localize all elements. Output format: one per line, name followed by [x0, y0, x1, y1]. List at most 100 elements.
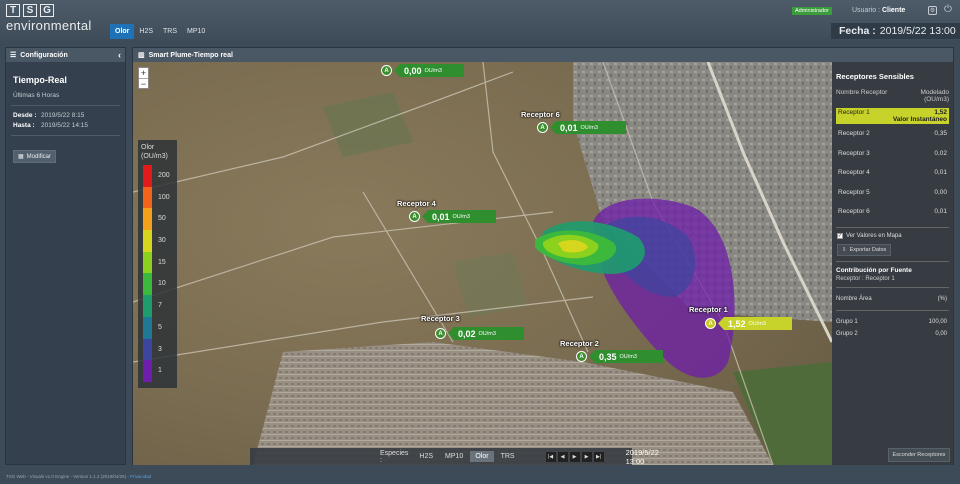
- contrib-row: Grupo 1 100,00: [836, 316, 947, 328]
- receptor-row-selected[interactable]: Receptor 1 1,52 Valor Instantáneo: [836, 108, 949, 124]
- species-h2s-button[interactable]: H2S: [414, 451, 438, 462]
- legend-swatch: [143, 208, 152, 231]
- date-label: Fecha :: [839, 25, 876, 37]
- hide-receptors-button[interactable]: Esconder Receptores: [888, 448, 950, 462]
- hasta-value: 2019/5/22 14:15: [41, 122, 88, 129]
- receptor-value: 0,35: [599, 351, 617, 362]
- legend-swatch: [143, 165, 152, 187]
- config-panel: ☰ Configuración ‹ Tiempo-Real Últimas 6 …: [5, 47, 126, 465]
- legend-label: 1: [158, 367, 162, 375]
- receptor-row-name: Receptor 6: [838, 208, 870, 216]
- modify-button[interactable]: ▦ Modificar: [13, 150, 57, 163]
- tab-mp10[interactable]: MP10: [182, 24, 210, 39]
- date-value: 2019/5/22 13:00: [879, 25, 956, 37]
- species-label: Especies :: [380, 449, 409, 464]
- divider: [11, 135, 120, 136]
- last-frame-icon[interactable]: ▶|: [593, 451, 604, 462]
- receptor-row-value: 0,02: [934, 149, 947, 157]
- receptor-pin-icon: A: [381, 65, 392, 76]
- legend-swatch: [143, 338, 152, 361]
- species-olor-button[interactable]: Olor: [470, 451, 494, 462]
- divider: [836, 309, 949, 311]
- map-view[interactable]: + − Olor (OU/m3) 200 100 50 30 15 10 7 5 3 1 A 0,…: [133, 62, 832, 465]
- receptor-row-name: Receptor 4: [838, 169, 870, 177]
- legend-label: 3: [158, 345, 162, 353]
- receptor-row-name: Receptor 5: [838, 188, 870, 196]
- mode-title: Tiempo-Real: [13, 75, 67, 85]
- legend-swatch: [143, 186, 152, 209]
- privacy-link[interactable]: Privacidad: [130, 474, 151, 479]
- play-icon[interactable]: ▶: [569, 451, 580, 462]
- checkmark-icon[interactable]: ✓: [837, 232, 843, 239]
- next-frame-icon[interactable]: ▶: [581, 451, 592, 462]
- receptor-unit: OU/m3: [478, 330, 496, 337]
- legend-label: 200: [158, 172, 170, 179]
- user-name[interactable]: Cliente: [882, 7, 905, 14]
- species-trs-button[interactable]: TRS: [496, 451, 520, 462]
- download-icon: ⇩: [842, 246, 847, 253]
- receptors-header: Nombre Receptor Modelado (OU/m3): [836, 89, 949, 103]
- calendar-icon: ▦: [18, 154, 24, 160]
- show-values-checkbox[interactable]: ✓ Ver Valores en Mapa: [837, 232, 953, 239]
- divider: [836, 260, 949, 262]
- legend-label: 7: [158, 302, 162, 310]
- receptor-value: 0,01: [432, 211, 450, 222]
- species-tabs: Olor H2S TRS MP10: [110, 24, 210, 39]
- receptors-title: Receptores Sensibles: [836, 72, 914, 81]
- receptor-pin-icon: A: [409, 211, 420, 222]
- power-icon[interactable]: ⏻: [944, 5, 952, 15]
- tab-olor[interactable]: Olor: [110, 24, 135, 39]
- legend-label: 10: [158, 280, 166, 288]
- receptor-row-name: Receptor 1: [838, 109, 870, 116]
- legend-swatch: [143, 316, 152, 339]
- contrib-subtitle: Receptor : Receptor 1: [836, 275, 895, 282]
- user-label: Usuario :: [852, 7, 881, 14]
- receptor-row-value: 0,35: [934, 130, 947, 138]
- receptor-value: 0,00: [404, 65, 422, 76]
- legend-title: Olor: [141, 144, 155, 151]
- chevron-left-icon[interactable]: ‹: [118, 50, 121, 60]
- species-mp10-button[interactable]: MP10: [440, 451, 468, 462]
- receptor-pin-icon: A: [576, 351, 587, 362]
- receptor-unit: OU/m3: [748, 320, 766, 327]
- col-value-line1: Modelado: [920, 89, 949, 96]
- prev-frame-icon[interactable]: ◀: [557, 451, 568, 462]
- receptor-value-tag: 0,01 OU/m3: [550, 121, 626, 134]
- mode-subtitle: Últimas 6 Horas: [13, 92, 60, 99]
- receptor-value-tag: 0,02 OU/m3: [448, 327, 524, 340]
- tab-trs[interactable]: TRS: [158, 24, 182, 39]
- receptor-unit: OU/m3: [424, 67, 442, 74]
- zoom-in-button[interactable]: +: [139, 68, 148, 78]
- receptor-row[interactable]: Receptor 6 0,01: [836, 202, 949, 222]
- col-value-line2: (OU/m3): [924, 96, 949, 103]
- receptor-unit: OU/m3: [452, 213, 470, 220]
- legend-swatch: [143, 360, 152, 382]
- first-frame-icon[interactable]: |◀: [545, 451, 556, 462]
- tsg-logo: T S G environmental: [6, 4, 92, 33]
- contrib-row-value: 100,00: [928, 318, 947, 325]
- receptor-pin-icon: A: [705, 318, 716, 329]
- legend-color-bars: [143, 165, 152, 382]
- map-icon: ▥: [138, 52, 145, 59]
- contrib-title: Contribución por Fuente: [836, 266, 912, 274]
- show-values-label: Ver Valores en Mapa: [846, 232, 902, 239]
- receptor-row[interactable]: Receptor 4 0,01: [836, 163, 949, 183]
- settings-icon[interactable]: ⚙: [928, 6, 937, 15]
- export-label: Exportar Datos: [849, 246, 887, 253]
- desde-label: Desde :: [13, 112, 37, 119]
- hasta-row: Hasta : 2019/5/22 14:15: [13, 122, 125, 129]
- receptor-row[interactable]: Receptor 2 0,35: [836, 124, 949, 144]
- hasta-label: Hasta :: [13, 122, 35, 129]
- tab-h2s[interactable]: H2S: [134, 24, 158, 39]
- divider: [11, 105, 120, 106]
- export-button[interactable]: ⇩ Exportar Datos: [837, 243, 892, 256]
- receptor-row[interactable]: Receptor 3 0,02: [836, 144, 949, 164]
- footer-text: TSG Web - Visuals v1.0 Engine - Version …: [6, 474, 129, 479]
- zoom-out-button[interactable]: −: [139, 78, 148, 89]
- legend-swatch: [143, 295, 152, 317]
- contrib-row: Grupo 2 0,00: [836, 328, 947, 340]
- col-name: Nombre Receptor: [836, 89, 888, 96]
- receptor-row[interactable]: Receptor 5 0,00: [836, 183, 949, 203]
- map-title: Smart Plume-Tiempo real: [148, 51, 233, 59]
- receptor-row-value: 0,01: [934, 208, 947, 216]
